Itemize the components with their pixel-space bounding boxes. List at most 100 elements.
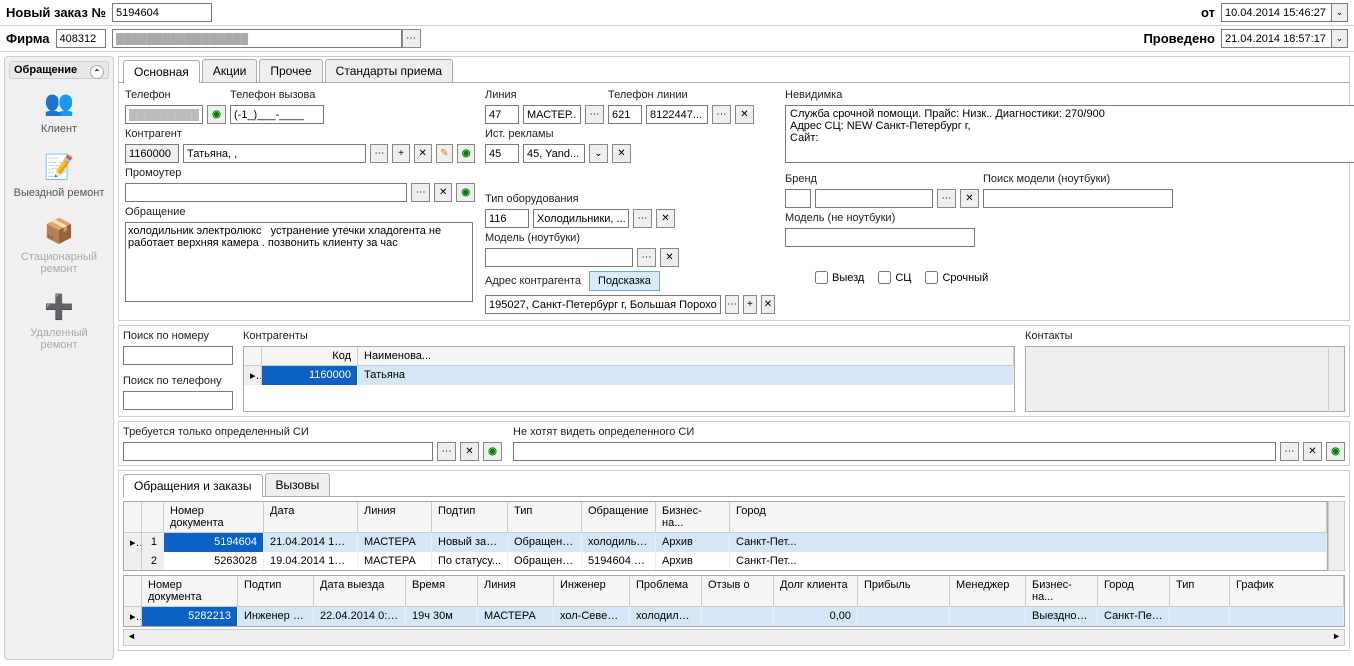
phone-input[interactable] <box>125 105 203 124</box>
posted-date-input[interactable] <box>1221 29 1331 48</box>
line-phone-code-input[interactable] <box>608 105 642 124</box>
col-engineer[interactable]: Инженер <box>554 576 630 606</box>
col-subtype[interactable]: Подтип <box>432 502 508 532</box>
brand-clear-button[interactable]: ✕ <box>960 189 979 208</box>
required-si-lookup-button[interactable]: ⋯ <box>437 442 456 461</box>
col-type[interactable]: Тип <box>1170 576 1230 606</box>
appeal-textarea[interactable] <box>125 222 473 302</box>
posted-date-dropdown[interactable]: ⌄ <box>1331 29 1348 48</box>
tab-other[interactable]: Прочее <box>259 59 322 82</box>
col-date[interactable]: Дата <box>264 502 358 532</box>
model-nb-input[interactable] <box>485 248 633 267</box>
call-phone-input[interactable] <box>230 105 324 124</box>
col-profit[interactable]: Прибыль <box>858 576 950 606</box>
phone-action-button[interactable]: ◉ <box>207 105 226 124</box>
col-debt[interactable]: Долг клиента <box>774 576 858 606</box>
refuse-si-clear-button[interactable]: ✕ <box>1303 442 1322 461</box>
promoter-lookup-button[interactable]: ⋯ <box>411 183 430 202</box>
tab-main[interactable]: Основная <box>123 60 200 83</box>
cell-name[interactable]: Татьяна <box>358 366 1014 385</box>
sidebar-item-remote[interactable]: ➕ Удаленный ремонт <box>9 283 109 359</box>
refuse-si-input[interactable] <box>513 442 1276 461</box>
line-phone-lookup-button[interactable]: ⋯ <box>712 105 731 124</box>
col-type[interactable]: Тип <box>508 502 582 532</box>
ad-source-clear-button[interactable]: ✕ <box>612 144 631 163</box>
counterparty-add-button[interactable]: + <box>392 144 410 163</box>
counterparty-edit-button[interactable]: ✎ <box>436 144 454 163</box>
line-phone-input[interactable] <box>646 105 708 124</box>
horizontal-scrollbar[interactable] <box>123 629 1345 646</box>
from-date-dropdown[interactable]: ⌄ <box>1331 3 1348 22</box>
counterparty-clear-button[interactable]: ✕ <box>414 144 432 163</box>
ad-source-code-input[interactable] <box>485 144 519 163</box>
promoter-input[interactable] <box>125 183 407 202</box>
address-input[interactable] <box>485 295 721 314</box>
line-phone-clear-button[interactable]: ✕ <box>735 105 754 124</box>
equip-clear-button[interactable]: ✕ <box>656 209 675 228</box>
col-subtype[interactable]: Подтип <box>238 576 314 606</box>
table-row[interactable]: 2 5263028 19.04.2014 15:25 МАСТЕРА По ст… <box>124 552 1327 570</box>
line-name-input[interactable] <box>523 105 581 124</box>
search-by-phone-input[interactable] <box>123 391 233 410</box>
col-doc-number[interactable]: Номер документа <box>142 576 238 606</box>
required-si-clear-button[interactable]: ✕ <box>460 442 479 461</box>
brand-name-input[interactable] <box>815 189 933 208</box>
line-code-input[interactable] <box>485 105 519 124</box>
hint-button[interactable]: Подсказка <box>589 271 660 291</box>
brand-lookup-button[interactable]: ⋯ <box>937 189 956 208</box>
col-manager[interactable]: Менеджер <box>950 576 1026 606</box>
engineers-grid[interactable]: Номер документа Подтип Дата выезда Время… <box>123 575 1345 627</box>
checkbox-visit[interactable]: Выезд <box>815 271 864 284</box>
firm-name-input[interactable] <box>112 29 402 48</box>
sidebar-item-onsite[interactable]: 📝 Выездной ремонт <box>9 143 109 207</box>
col-line[interactable]: Линия <box>478 576 554 606</box>
appeals-grid[interactable]: Номер документа Дата Линия Подтип Тип Об… <box>123 501 1328 571</box>
model-search-input[interactable] <box>983 189 1173 208</box>
col-code[interactable]: Код <box>262 347 358 365</box>
tab-standards[interactable]: Стандарты приема <box>325 59 453 82</box>
counterparty-name-input[interactable] <box>183 144 366 163</box>
tab-promo[interactable]: Акции <box>202 59 258 82</box>
col-feedback[interactable]: Отзыв о <box>702 576 774 606</box>
col-time[interactable]: Время <box>406 576 478 606</box>
order-number-input[interactable] <box>112 3 212 22</box>
col-business[interactable]: Бизнес-на... <box>1026 576 1098 606</box>
promoter-clear-button[interactable]: ✕ <box>434 183 453 202</box>
col-doc-number[interactable]: Номер документа <box>164 502 264 532</box>
col-line[interactable]: Линия <box>358 502 432 532</box>
firm-code-input[interactable] <box>56 29 106 48</box>
address-clear-button[interactable]: ✕ <box>761 295 775 314</box>
equip-name-input[interactable] <box>533 209 629 228</box>
equip-lookup-button[interactable]: ⋯ <box>633 209 652 228</box>
col-problem[interactable]: Проблема <box>630 576 702 606</box>
col-city[interactable]: Город <box>730 502 1327 532</box>
from-date-input[interactable] <box>1221 3 1331 22</box>
counterparty-lookup-button[interactable]: ⋯ <box>370 144 388 163</box>
firm-lookup-button[interactable]: ⋯ <box>402 29 421 48</box>
model-nnb-input[interactable] <box>785 228 975 247</box>
checkbox-sc[interactable]: СЦ <box>878 271 911 284</box>
col-visit-date[interactable]: Дата выезда <box>314 576 406 606</box>
counterparties-grid[interactable]: Код Наименова... ▸ 1160000 Татьяна <box>243 346 1015 412</box>
address-lookup-button[interactable]: ⋯ <box>725 295 739 314</box>
col-schedule[interactable]: График <box>1230 576 1344 606</box>
required-si-action-button[interactable]: ◉ <box>483 442 502 461</box>
model-nb-lookup-button[interactable]: ⋯ <box>637 248 656 267</box>
model-nb-clear-button[interactable]: ✕ <box>660 248 679 267</box>
address-add-button[interactable]: + <box>743 295 757 314</box>
cell-code[interactable]: 1160000 <box>262 366 358 385</box>
checkbox-urgent[interactable]: Срочный <box>925 271 988 284</box>
search-by-number-input[interactable] <box>123 346 233 365</box>
scrollbar[interactable] <box>1328 348 1343 410</box>
scrollbar[interactable] <box>1328 501 1345 571</box>
sidebar-item-stationary[interactable]: 📦 Стационарный ремонт <box>9 207 109 283</box>
col-appeal[interactable]: Обращение <box>582 502 656 532</box>
col-city[interactable]: Город <box>1098 576 1170 606</box>
promoter-action-button[interactable]: ◉ <box>456 183 475 202</box>
required-si-input[interactable] <box>123 442 433 461</box>
ad-source-dropdown-button[interactable]: ⌄ <box>589 144 608 163</box>
col-name[interactable]: Наименова... <box>358 347 1014 365</box>
table-row[interactable]: ▸ 1 5194604 21.04.2014 18:57 МАСТЕРА Нов… <box>124 533 1327 552</box>
ad-source-name-input[interactable] <box>523 144 585 163</box>
refuse-si-lookup-button[interactable]: ⋯ <box>1280 442 1299 461</box>
